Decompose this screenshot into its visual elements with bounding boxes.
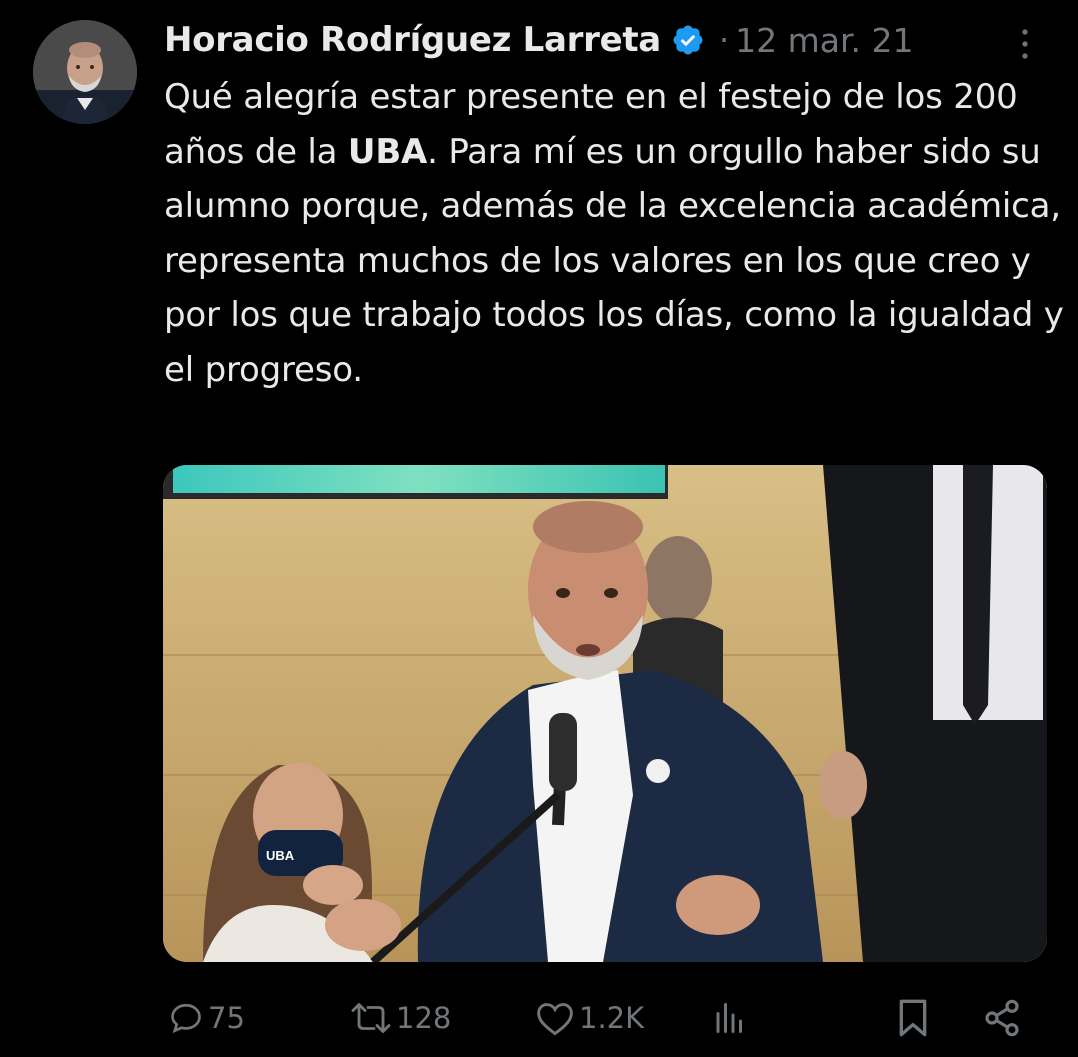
author-name[interactable]: Horacio Rodríguez Larreta <box>164 20 661 60</box>
retweet-count: 128 <box>396 1001 452 1035</box>
bookmark-icon <box>899 999 927 1037</box>
more-vertical-icon[interactable] <box>1010 24 1040 64</box>
reply-count: 75 <box>208 1001 245 1035</box>
tweet-timestamp[interactable]: 12 mar. 21 <box>735 21 913 60</box>
retweet-button[interactable]: 128 <box>350 990 451 1046</box>
tweet-header: Horacio Rodríguez Larreta · 12 mar. 21 <box>164 16 914 64</box>
retweet-icon <box>351 1003 391 1033</box>
like-count: 1.2K <box>579 1001 645 1035</box>
views-button[interactable] <box>712 990 748 1046</box>
reply-button[interactable]: 75 <box>168 990 245 1046</box>
mask-text: UBA <box>266 848 295 863</box>
tweet[interactable]: Horacio Rodríguez Larreta · 12 mar. 21 Q… <box>0 0 1078 1057</box>
header-separator: · <box>718 21 730 59</box>
share-button[interactable] <box>982 990 1022 1046</box>
avatar[interactable] <box>33 20 137 124</box>
bookmark-button[interactable] <box>896 990 930 1046</box>
like-button[interactable]: 1.2K <box>535 990 644 1046</box>
tweet-text-bold: UBA <box>347 131 428 172</box>
verified-badge-icon[interactable] <box>671 23 705 57</box>
tweet-text: Qué alegría estar presente en el festejo… <box>164 70 1064 397</box>
tweet-photo[interactable]: UBA <box>163 465 1047 962</box>
views-icon <box>716 1003 742 1033</box>
action-bar: 75 128 1.2K <box>0 990 1078 1046</box>
share-icon <box>985 999 1019 1037</box>
reply-icon <box>171 1003 201 1034</box>
heart-icon <box>537 1003 573 1036</box>
